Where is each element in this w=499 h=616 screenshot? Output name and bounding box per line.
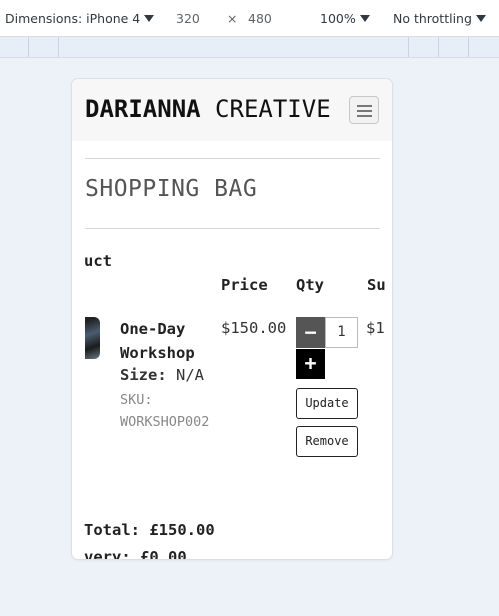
hamburger-icon-bar <box>357 110 372 112</box>
ruler-segment <box>28 37 29 57</box>
update-button[interactable]: Update <box>296 388 358 419</box>
product-name-line: Workshop <box>120 344 195 362</box>
sku-value: WORKSHOP002 <box>120 414 210 430</box>
order-total: Total: £150.00 <box>84 521 215 539</box>
quantity-increase-button[interactable]: + <box>296 349 325 379</box>
site-header: DARIANNA CREATIVE <box>72 79 392 141</box>
delivery-cost: very: £0.00 <box>84 548 187 559</box>
ruler-segment <box>438 37 439 57</box>
hamburger-icon-bar <box>357 105 372 107</box>
media-query-ruler[interactable] <box>0 37 499 58</box>
product-name-line: One-Day <box>120 320 186 338</box>
column-header-subtotal: Su <box>367 276 386 294</box>
brand-logo[interactable]: DARIANNA CREATIVE <box>85 95 331 123</box>
zoom-select[interactable]: 100% <box>320 11 370 26</box>
sku-label: SKU: <box>120 392 153 408</box>
size-label: Size: <box>120 366 167 384</box>
remove-button[interactable]: Remove <box>296 426 358 457</box>
ruler-segment <box>468 37 469 57</box>
item-price: $150.00 <box>221 319 287 337</box>
brand-name-bold: DARIANNA <box>85 95 201 123</box>
chevron-down-icon <box>359 15 370 22</box>
times-symbol: × <box>227 11 238 26</box>
product-size: Size: N/A <box>120 366 204 384</box>
quantity-input[interactable]: 1 <box>325 317 358 348</box>
width-field[interactable]: 320 <box>176 11 200 26</box>
device-viewport: DARIANNA CREATIVE SHOPPING BAG uct Price… <box>72 79 392 559</box>
hamburger-icon-bar <box>357 115 372 117</box>
column-header-product: uct <box>84 252 112 270</box>
ruler-segment <box>58 37 59 57</box>
throttle-label: No throttling <box>393 11 472 26</box>
product-name[interactable]: One-Day Workshop <box>120 317 195 365</box>
page-title: SHOPPING BAG <box>85 176 258 202</box>
height-field[interactable]: 480 <box>248 11 272 26</box>
divider <box>85 158 380 159</box>
item-subtotal: $1 <box>366 319 385 337</box>
quantity-decrease-button[interactable]: − <box>296 317 325 348</box>
chevron-down-icon <box>475 15 486 22</box>
column-header-price: Price <box>221 276 268 294</box>
zoom-label: 100% <box>320 11 356 26</box>
brand-name-rest: CREATIVE <box>200 95 331 123</box>
device-select-label: Dimensions: iPhone 4 <box>5 11 141 26</box>
size-value: N/A <box>166 366 204 384</box>
device-select[interactable]: Dimensions: iPhone 4 <box>5 11 155 26</box>
ruler-segment <box>408 37 409 57</box>
column-header-qty: Qty <box>296 276 324 294</box>
menu-toggle-button[interactable] <box>349 96 379 124</box>
devtools-device-toolbar: Dimensions: iPhone 4 320 × 480 100% No t… <box>0 0 499 37</box>
product-sku: SKU: WORKSHOP002 <box>120 389 209 433</box>
divider <box>85 228 380 229</box>
product-thumbnail[interactable] <box>85 317 100 359</box>
throttle-select[interactable]: No throttling <box>393 11 486 26</box>
chevron-down-icon <box>144 15 155 22</box>
